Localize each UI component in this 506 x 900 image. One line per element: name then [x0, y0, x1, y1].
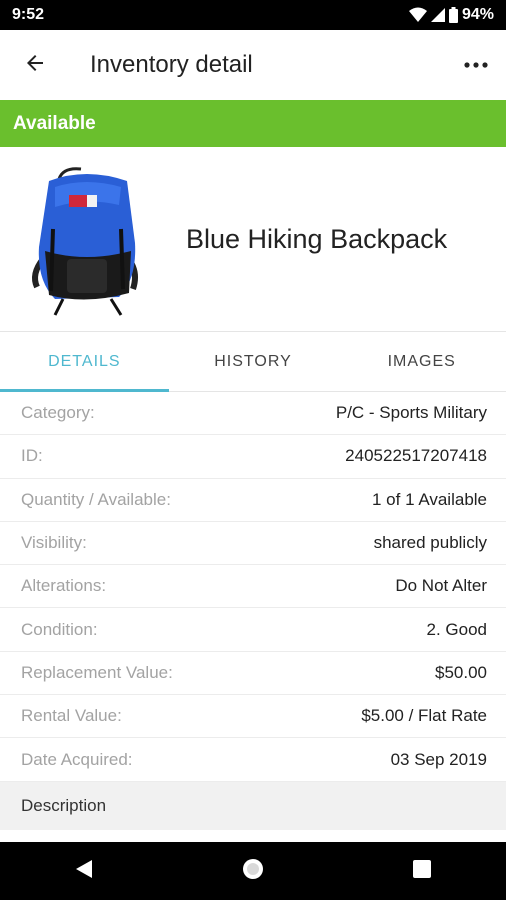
detail-value: shared publicly	[373, 533, 487, 553]
detail-value: Do Not Alter	[395, 576, 487, 596]
detail-value: 03 Sep 2019	[390, 749, 487, 769]
detail-label: Replacement Value:	[21, 662, 173, 682]
detail-label: Condition:	[21, 619, 98, 639]
detail-row-visibility: Visibility: shared publicly	[0, 522, 506, 566]
back-button[interactable]	[0, 30, 70, 100]
detail-row-rental-value: Rental Value: $5.00 / Flat Rate	[0, 695, 506, 739]
product-name: Blue Hiking Backpack	[186, 223, 448, 254]
availability-label: Available	[13, 112, 96, 134]
tab-bar: DETAILS HISTORY IMAGES	[0, 332, 506, 392]
system-nav-bar	[0, 842, 506, 900]
detail-value: 240522517207418	[345, 446, 487, 466]
nav-home-button[interactable]	[223, 842, 283, 900]
status-bar: 9:52 94%	[0, 0, 506, 30]
page-title: Inventory detail	[90, 51, 253, 78]
signal-icon	[430, 7, 445, 23]
status-time: 9:52	[12, 6, 45, 23]
detail-value: P/C - Sports Military	[335, 403, 487, 423]
description-section-header[interactable]: Description	[0, 782, 506, 830]
more-options-button[interactable]	[446, 30, 506, 100]
tab-details[interactable]: DETAILS	[0, 332, 169, 392]
detail-value: 1 of 1 Available	[372, 489, 487, 509]
detail-row-quantity: Quantity / Available: 1 of 1 Available	[0, 479, 506, 522]
detail-value: $5.00 / Flat Rate	[361, 706, 487, 726]
detail-label: Date Acquired:	[21, 749, 133, 769]
tab-images[interactable]: IMAGES	[337, 332, 506, 391]
details-list: Category: P/C - Sports Military ID: 2405…	[0, 392, 506, 782]
detail-label: Alterations:	[21, 576, 107, 596]
nav-back-button[interactable]	[54, 842, 114, 900]
wifi-icon	[408, 7, 427, 23]
battery-icon	[448, 7, 458, 23]
detail-label: Quantity / Available:	[21, 489, 171, 509]
detail-row-alterations: Alterations: Do Not Alter	[0, 565, 506, 609]
detail-row-id: ID: 240522517207418	[0, 435, 506, 479]
description-label: Description	[21, 796, 107, 815]
detail-value: 2. Good	[426, 619, 488, 639]
nav-recents-button[interactable]	[392, 842, 452, 900]
app-bar: Inventory detail	[0, 30, 506, 100]
product-image[interactable]	[16, 158, 156, 320]
arrow-left-icon	[23, 51, 47, 80]
tab-history[interactable]: HISTORY	[169, 332, 338, 391]
detail-row-condition: Condition: 2. Good	[0, 608, 506, 652]
detail-label: Rental Value:	[21, 706, 122, 726]
nav-back-icon	[75, 859, 93, 884]
availability-banner: Available	[0, 100, 506, 147]
nav-recents-icon	[412, 859, 432, 884]
detail-label: ID:	[21, 446, 43, 466]
status-icons: 94%	[408, 6, 494, 24]
backpack-illustration	[32, 167, 138, 316]
detail-label: Visibility:	[21, 533, 87, 553]
product-header: Blue Hiking Backpack	[0, 147, 506, 332]
nav-home-icon	[240, 856, 266, 887]
detail-row-category: Category: P/C - Sports Military	[0, 392, 506, 436]
more-horizontal-icon	[463, 56, 489, 74]
detail-row-replacement-value: Replacement Value: $50.00	[0, 652, 506, 696]
detail-label: Category:	[21, 403, 95, 423]
detail-row-date-acquired: Date Acquired: 03 Sep 2019	[0, 738, 506, 782]
detail-value: $50.00	[435, 662, 487, 682]
battery-percent: 94%	[461, 6, 494, 23]
